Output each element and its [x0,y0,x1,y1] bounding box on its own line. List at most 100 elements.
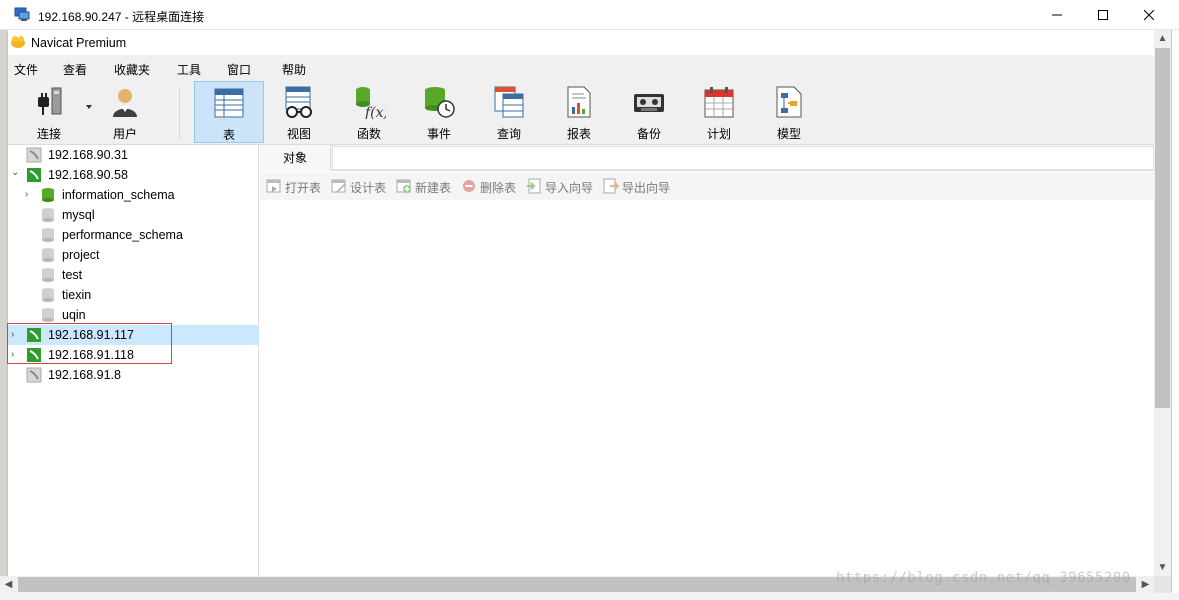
user-icon [113,89,137,117]
menu-bar: 文件 查看 收藏夹 工具 窗口 帮助 [8,55,1154,81]
maximize-button[interactable] [1080,0,1126,30]
rdp-titlebar: 192.168.90.247 - 远程桌面连接 [0,0,1179,30]
app-titlebar: Navicat Premium [8,30,1154,55]
connection-closed-icon [26,367,42,383]
chevron-right-icon[interactable]: › [25,190,33,200]
tree-db-performance-schema[interactable]: performance_schema [8,225,259,245]
bottom-strip [0,593,1179,600]
tree-db-mysql[interactable]: mysql [8,205,259,225]
new-table-label: 新建表 [415,181,452,195]
main-toolbar: 连接 用户 表 视图 f(x 函数 事件 查询 报表 备份 计划 模型 [8,81,1154,145]
objects-content-area[interactable] [260,200,1154,582]
maximize-icon [1098,10,1108,20]
tree-connection-192-168-90-31[interactable]: 192.168.90.31 [8,145,259,165]
new-table-icon [396,179,411,193]
export-wizard-label: 导出向导 [622,181,671,195]
menu-favorites[interactable]: 收藏夹 [114,61,150,78]
database-icon [42,268,54,282]
tree-db-uqin[interactable]: uqin [8,305,259,325]
toolbar-user-button[interactable]: 用户 [90,81,160,143]
app-title: Navicat Premium [31,36,127,50]
toolbar-connect-label: 连接 [36,127,61,141]
tree-label: information_schema [62,188,175,202]
function-icon: f(x) [356,87,386,119]
tree-label: 192.168.90.31 [48,148,128,162]
connection-tree: 192.168.90.31 ⌄ 192.168.90.58 › informat… [7,145,259,582]
watermark: https://blog.csdn.net/qq_39655200 [836,570,1131,586]
query-icon [494,86,524,118]
toolbar-report-button[interactable]: 报表 [544,81,614,143]
toolbar-event-button[interactable]: 事件 [404,81,474,143]
chevron-down-icon[interactable]: ⌄ [11,168,19,178]
tree-label: uqin [62,308,86,322]
menu-tools[interactable]: 工具 [177,61,201,78]
database-icon [42,208,54,222]
scroll-up-icon[interactable]: ▲ [1154,30,1171,47]
toolbar-function-label: 函数 [356,127,381,141]
toolbar-schedule-button[interactable]: 计划 [684,81,754,143]
open-table-label: 打开表 [285,181,322,195]
toolbar-report-label: 报表 [566,127,591,141]
tree-label: performance_schema [62,228,183,242]
toolbar-query-button[interactable]: 查询 [474,81,544,143]
tree-connection-192-168-90-58[interactable]: ⌄ 192.168.90.58 [8,165,259,185]
scroll-down-icon[interactable]: ▼ [1154,559,1171,576]
remote-desktop-right-edge [1171,30,1179,600]
tree-db-project[interactable]: project [8,245,259,265]
tree-db-test[interactable]: test [8,265,259,285]
toolbar-separator [179,87,180,139]
toolbar-model-label: 模型 [776,127,801,141]
schedule-icon [704,87,734,118]
tree-db-information-schema[interactable]: › information_schema [8,185,259,205]
view-icon [285,86,312,118]
vertical-scroll-thumb[interactable] [1155,48,1170,408]
menu-file[interactable]: 文件 [14,61,38,78]
toolbar-model-button[interactable]: 模型 [754,81,824,143]
scroll-right-icon[interactable]: ▶ [1137,576,1154,593]
tree-connection-192-168-91-8[interactable]: 192.168.91.8 [8,365,259,385]
database-icon [42,248,54,262]
tree-db-tiexin[interactable]: tiexin [8,285,259,305]
rdp-window-title: 192.168.90.247 - 远程桌面连接 [38,10,205,24]
minimize-button[interactable] [1034,0,1080,30]
tab-bar: 对象 [260,145,1154,171]
toolbar-table-label: 表 [222,128,235,142]
toolbar-connect-button[interactable]: 连接 [14,81,92,143]
navicat-logo-icon [11,36,25,48]
backup-icon [634,94,664,112]
open-table-icon [266,179,281,193]
tree-label: tiexin [62,288,92,302]
object-toolbar: 打开表 设计表 新建表 删除表 导入向导 导出向导 [260,172,1154,200]
vertical-scrollbar[interactable]: ▲ ▼ [1154,30,1171,576]
export-wizard-icon [603,178,619,194]
model-icon [776,86,802,118]
delete-table-icon [463,180,475,192]
menu-help[interactable]: 帮助 [282,61,306,78]
design-table-icon [331,179,346,193]
close-button[interactable] [1126,0,1172,30]
table-icon [214,88,244,118]
design-table-label: 设计表 [350,181,387,195]
toolbar-query-label: 查询 [496,127,521,141]
connection-closed-icon [26,147,42,163]
import-wizard-label: 导入向导 [545,181,594,195]
close-icon [1144,10,1154,20]
toolbar-schedule-label: 计划 [706,127,731,141]
toolbar-function-button[interactable]: f(x) 函数 [334,81,404,143]
navicat-app: Navicat Premium 文件 查看 收藏夹 工具 窗口 帮助 连接 用户… [7,30,1154,582]
toolbar-backup-button[interactable]: 备份 [614,81,684,143]
import-wizard-icon [527,178,541,194]
toolbar-user-label: 用户 [112,127,137,141]
toolbar-table-button[interactable]: 表 [194,81,264,143]
database-icon [42,288,54,302]
tree-label: mysql [62,208,95,222]
toolbar-view-button[interactable]: 视图 [264,81,334,143]
minimize-icon [1052,14,1062,16]
tab-objects[interactable]: 对象 [260,145,331,171]
connection-open-icon [27,168,41,182]
menu-window[interactable]: 窗口 [227,61,251,78]
scroll-left-icon[interactable]: ◀ [0,576,17,593]
tree-label: 192.168.91.8 [48,368,121,382]
tree-label: 192.168.90.58 [48,168,128,182]
menu-view[interactable]: 查看 [63,61,87,78]
